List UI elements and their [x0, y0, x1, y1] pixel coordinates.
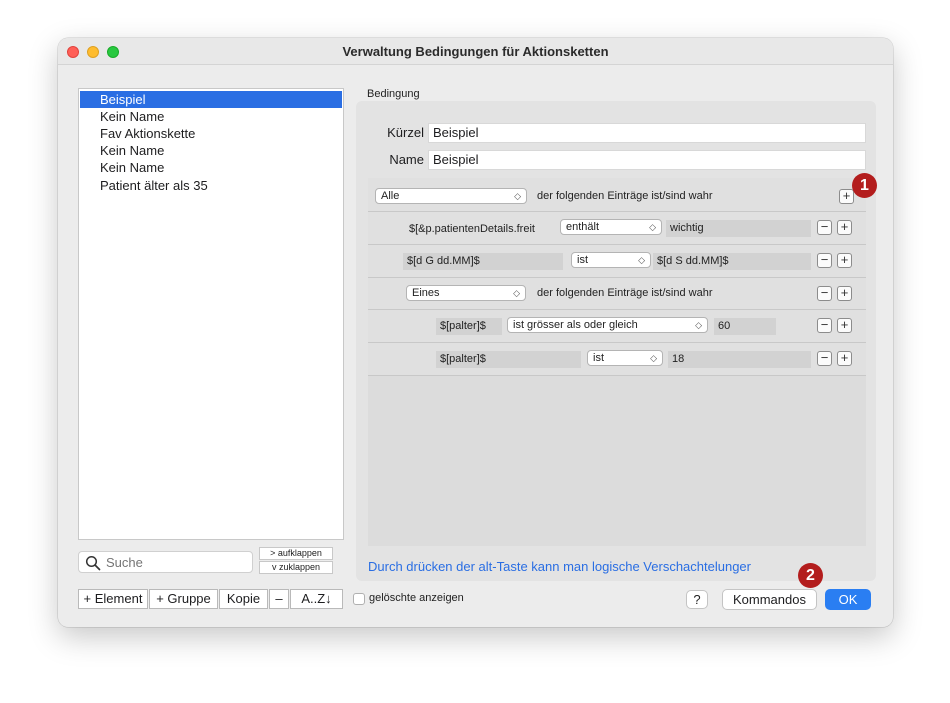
rule-row: $[palter]$ ist grösser als oder gleich ◇ …	[368, 310, 866, 343]
rule-operator-popup[interactable]: ist ◇	[587, 350, 663, 366]
rule-editor: Alle ◇ der folgenden Einträge ist/sind wa…	[368, 178, 866, 546]
root-mode-value: Alle	[381, 190, 400, 202]
remove-button[interactable]: –	[269, 589, 289, 609]
chevron-updown-icon: ◇	[513, 288, 520, 298]
name-field[interactable]: Beispiel	[428, 150, 866, 170]
rule-operator-value: ist	[593, 352, 604, 364]
show-deleted-label: gelöschte anzeigen	[369, 592, 464, 604]
rule-row: $[palter]$ ist ◇ 18 − +	[368, 343, 866, 376]
rule-operator-popup[interactable]: enthält ◇	[560, 219, 662, 235]
rule-operator-popup[interactable]: ist ◇	[571, 252, 651, 268]
collapse-button[interactable]: v zuklappen	[259, 561, 333, 574]
search-icon	[85, 555, 101, 571]
rule-row-root: Alle ◇ der folgenden Einträge ist/sind wa…	[368, 178, 866, 212]
title-bar: Verwaltung Bedingungen für Aktionsketten	[58, 38, 893, 65]
commands-button[interactable]: Kommandos	[722, 589, 817, 610]
add-rule-button[interactable]: +	[837, 351, 852, 366]
list-item[interactable]: Fav Aktionskette	[80, 125, 342, 142]
remove-rule-button[interactable]: −	[817, 220, 832, 235]
sort-button[interactable]: A..Z↓	[290, 589, 343, 609]
chevron-updown-icon: ◇	[638, 255, 645, 265]
help-button[interactable]: ?	[686, 590, 708, 609]
add-rule-button[interactable]: +	[839, 189, 854, 204]
remove-group-button[interactable]: −	[817, 286, 832, 301]
rule-value[interactable]: 60	[714, 318, 776, 335]
rule-row-group: Eines ◇ der folgenden Einträge ist/sind w…	[368, 278, 866, 310]
add-group-button[interactable]: + Gruppe	[149, 589, 218, 609]
add-rule-button[interactable]: +	[837, 253, 852, 268]
annotation-badge-2: 2	[798, 563, 823, 588]
group-text: der folgenden Einträge ist/sind wahr	[537, 287, 713, 299]
kuerzel-label: Kürzel	[387, 125, 424, 140]
list-item[interactable]: Kein Name	[80, 142, 342, 159]
add-rule-button[interactable]: +	[837, 318, 852, 333]
root-text: der folgenden Einträge ist/sind wahr	[537, 190, 713, 202]
remove-rule-button[interactable]: −	[817, 318, 832, 333]
remove-rule-button[interactable]: −	[817, 351, 832, 366]
rule-value[interactable]: 18	[668, 351, 811, 368]
rule-field[interactable]: $[palter]$	[436, 318, 502, 335]
hint-text: Durch drücken der alt-Taste kann man log…	[368, 559, 751, 574]
add-rule-button[interactable]: +	[837, 220, 852, 235]
list-item[interactable]: Kein Name	[80, 108, 342, 125]
rule-operator-value: ist grösser als oder gleich	[513, 319, 638, 331]
list-item[interactable]: Beispiel	[80, 91, 342, 108]
group-mode-popup[interactable]: Eines ◇	[406, 285, 526, 301]
chevron-updown-icon: ◇	[649, 222, 656, 232]
rule-field[interactable]: $[d G dd.MM]$	[403, 253, 563, 270]
chevron-updown-icon: ◇	[650, 353, 657, 363]
search-input[interactable]	[106, 554, 246, 571]
rule-operator-value: ist	[577, 254, 588, 266]
rule-operator-popup[interactable]: ist grösser als oder gleich ◇	[507, 317, 708, 333]
rule-operator-value: enthält	[566, 221, 600, 233]
ok-button[interactable]: OK	[825, 589, 871, 610]
annotation-badge-1: 1	[852, 173, 877, 198]
name-label: Name	[389, 152, 424, 167]
copy-button[interactable]: Kopie	[219, 589, 268, 609]
rule-row: $[d G dd.MM]$ ist ◇ $[d S dd.MM]$ − +	[368, 245, 866, 278]
chevron-updown-icon: ◇	[695, 320, 702, 330]
add-element-button[interactable]: + Element	[78, 589, 148, 609]
section-title: Bedingung	[367, 88, 420, 100]
add-group-rule-button[interactable]: +	[837, 286, 852, 301]
rule-field[interactable]: $[palter]$	[436, 351, 581, 368]
remove-rule-button[interactable]: −	[817, 253, 832, 268]
condition-list[interactable]: Beispiel Kein Name Fav Aktionskette Kein…	[78, 88, 344, 540]
search-field[interactable]	[78, 551, 253, 573]
conditions-window: Verwaltung Bedingungen für Aktionsketten…	[58, 38, 893, 627]
rule-value[interactable]: $[d S dd.MM]$	[653, 253, 811, 270]
list-item[interactable]: Kein Name	[80, 159, 342, 176]
root-mode-popup[interactable]: Alle ◇	[375, 188, 527, 204]
kuerzel-field[interactable]: Beispiel	[428, 123, 866, 143]
chevron-updown-icon: ◇	[514, 191, 521, 201]
list-item[interactable]: Patient älter als 35	[80, 177, 342, 194]
window-title: Verwaltung Bedingungen für Aktionsketten	[342, 44, 609, 59]
expand-button[interactable]: > aufklappen	[259, 547, 333, 560]
rule-field: $[&p.patientenDetails.freit	[409, 223, 535, 235]
group-mode-value: Eines	[412, 287, 440, 299]
show-deleted-checkbox[interactable]	[353, 593, 365, 605]
rule-row: $[&p.patientenDetails.freit enthält ◇ wic…	[368, 212, 866, 245]
rule-value[interactable]: wichtig	[666, 220, 811, 237]
